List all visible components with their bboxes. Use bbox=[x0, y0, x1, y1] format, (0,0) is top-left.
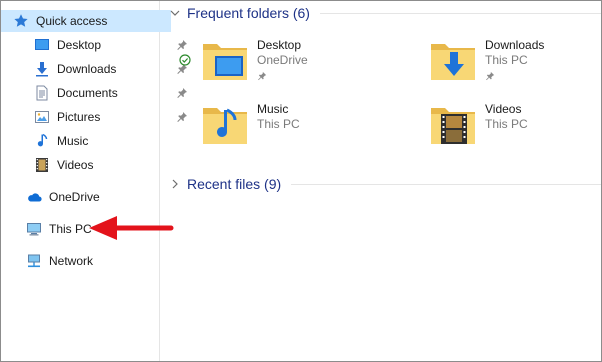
recent-files-header[interactable]: Recent files (9) bbox=[169, 174, 601, 194]
recent-files-title: Recent files (9) bbox=[187, 176, 282, 192]
header-divider bbox=[291, 183, 601, 185]
downloads-folder-icon bbox=[429, 38, 477, 84]
folder-location: This PC bbox=[485, 53, 528, 67]
folder-location: OneDrive bbox=[257, 53, 308, 67]
folder-location: This PC bbox=[257, 117, 300, 131]
nav-item-label: Music bbox=[57, 134, 89, 148]
star-icon bbox=[13, 13, 29, 29]
folder-location: This PC bbox=[485, 117, 528, 131]
nav-item-label: Videos bbox=[57, 158, 94, 172]
nav-item-label: OneDrive bbox=[49, 190, 100, 204]
chevron-down-icon bbox=[169, 7, 181, 19]
header-divider bbox=[319, 12, 601, 14]
content-pane: Frequent folders (6) Desktop OneDrive Do… bbox=[161, 1, 601, 361]
folder-tile-desktop[interactable]: Desktop OneDrive bbox=[201, 38, 401, 90]
folder-name: Downloads bbox=[485, 38, 545, 52]
folder-name: Videos bbox=[485, 102, 522, 116]
music-folder-icon bbox=[201, 102, 249, 148]
nav-item-onedrive[interactable]: OneDrive bbox=[1, 186, 184, 208]
folder-tile-music[interactable]: Music This PC bbox=[201, 102, 401, 154]
nav-item-network[interactable]: Network bbox=[1, 250, 184, 272]
file-explorer-window: Quick access Desktop Downloads Documents… bbox=[0, 0, 602, 362]
nav-item-label: Network bbox=[49, 254, 94, 268]
folder-tile-downloads[interactable]: Downloads This PC bbox=[429, 38, 601, 90]
frequent-folders-title: Frequent folders (6) bbox=[187, 5, 310, 21]
network-icon bbox=[26, 253, 42, 269]
red-arrow-annotation-icon bbox=[87, 213, 175, 243]
desktop-icon bbox=[34, 37, 50, 53]
folder-tile-videos[interactable]: Videos This PC bbox=[429, 102, 601, 154]
sync-status-check-icon bbox=[179, 54, 191, 66]
pin-icon bbox=[485, 70, 495, 81]
nav-quick-access[interactable]: Quick access bbox=[1, 10, 171, 32]
frequent-folders-header[interactable]: Frequent folders (6) bbox=[169, 3, 601, 23]
nav-item-label: Documents bbox=[57, 86, 118, 100]
onedrive-cloud-icon bbox=[26, 189, 42, 205]
videos-folder-icon bbox=[429, 102, 477, 148]
nav-item-label: Downloads bbox=[57, 62, 117, 76]
pin-icon bbox=[257, 70, 267, 81]
music-icon bbox=[34, 133, 50, 149]
desktop-folder-icon bbox=[201, 38, 249, 84]
folder-name: Desktop bbox=[257, 38, 302, 52]
nav-item-label: This PC bbox=[49, 222, 92, 236]
pictures-icon bbox=[34, 109, 50, 125]
videos-icon bbox=[34, 157, 50, 173]
folder-name: Music bbox=[257, 102, 289, 116]
nav-item-label: Desktop bbox=[57, 38, 102, 52]
documents-icon bbox=[34, 85, 50, 101]
chevron-right-icon bbox=[169, 178, 181, 190]
navigation-pane: Quick access Desktop Downloads Documents… bbox=[1, 1, 187, 361]
computer-icon bbox=[26, 221, 42, 237]
nav-quick-access-label: Quick access bbox=[36, 14, 108, 28]
downloads-icon bbox=[34, 61, 50, 77]
nav-item-label: Pictures bbox=[57, 110, 101, 124]
